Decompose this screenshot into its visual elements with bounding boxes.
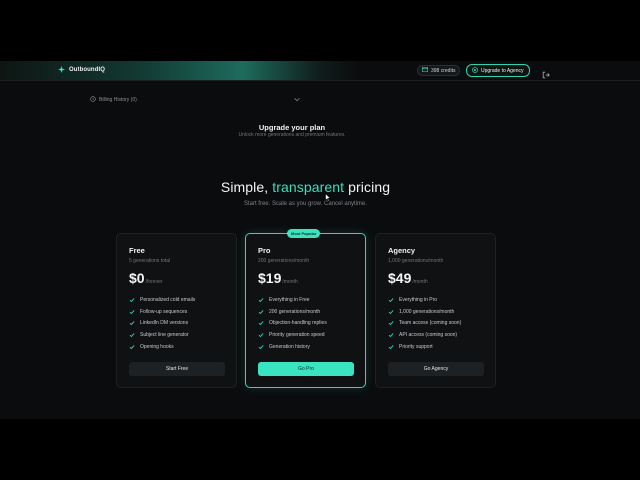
feature-list: Everything in Free 200 generations/month… xyxy=(258,294,327,353)
plan-price: $49 /month xyxy=(388,270,428,286)
feature-label: Objection-handling replies xyxy=(269,320,327,327)
mouse-cursor-icon xyxy=(325,189,332,202)
plan-period: /month xyxy=(412,279,428,285)
feature-label: Personalized cold emails xyxy=(140,296,196,303)
pricing-heading-accent: transparent xyxy=(272,179,345,195)
feature-item: API access (coming soon) xyxy=(388,329,461,341)
app-window: OutboundIQ 398 credits Upgrade to Agency… xyxy=(0,61,640,419)
check-icon xyxy=(388,332,394,338)
check-icon xyxy=(129,309,135,315)
upgrade-subtitle: Unlock more generations and premium feat… xyxy=(238,132,346,138)
feature-label: Opening hooks xyxy=(140,344,174,351)
feature-label: 1,000 generations/month xyxy=(399,308,455,315)
feature-label: Team access (coming soon) xyxy=(399,320,462,327)
feature-item: 1,000 generations/month xyxy=(388,306,461,318)
credits-label: 398 credits xyxy=(431,67,456,74)
pricing-subheading: Start free. Scale as you grow. Cancel an… xyxy=(243,201,368,207)
plan-price: $0 /forever xyxy=(129,270,163,286)
check-icon xyxy=(258,332,264,338)
app-name: OutboundIQ xyxy=(69,66,105,73)
plan-period: /month xyxy=(282,279,298,285)
check-icon xyxy=(388,297,394,303)
plan-description: 5 generations total xyxy=(129,258,171,264)
feature-item: Everything in Pro xyxy=(388,294,461,306)
plan-amount: $0 xyxy=(129,270,145,286)
feature-label: Follow-up sequences xyxy=(140,308,188,315)
plan-name: Pro xyxy=(258,246,271,255)
upgrade-label: Upgrade to Agency xyxy=(481,67,524,74)
logout-icon[interactable] xyxy=(542,66,550,79)
check-icon xyxy=(388,309,394,315)
go-agency-button[interactable]: Go Agency xyxy=(388,362,484,376)
check-icon xyxy=(258,320,264,326)
feature-item: Everything in Free xyxy=(258,294,327,306)
feature-item: Generation history xyxy=(258,341,327,353)
pricing-heading: Simple, transparent pricing xyxy=(0,179,611,195)
top-navigation-bar: OutboundIQ 398 credits Upgrade to Agency xyxy=(0,61,640,81)
pricing-heading-suffix: pricing xyxy=(344,179,391,195)
feature-label: Priority generation speed xyxy=(269,332,325,339)
feature-label: API access (coming soon) xyxy=(399,332,458,339)
sparkle-icon xyxy=(58,66,65,73)
start-free-button[interactable]: Start Free xyxy=(129,362,225,376)
plan-name: Free xyxy=(129,246,145,255)
history-icon xyxy=(90,96,96,104)
plan-card-free: Free 5 generations total $0 /forever Per… xyxy=(116,233,237,388)
feature-label: 200 generations/month xyxy=(269,308,321,315)
plan-description: 200 generations/month xyxy=(258,258,310,264)
check-icon xyxy=(258,309,264,315)
check-icon xyxy=(388,344,394,350)
check-icon xyxy=(258,344,264,350)
feature-label: Generation history xyxy=(269,344,310,351)
plan-price: $19 /month xyxy=(258,270,298,286)
check-icon xyxy=(258,297,264,303)
feature-item: Objection-handling replies xyxy=(258,318,327,330)
check-icon xyxy=(129,332,135,338)
feature-item: Opening hooks xyxy=(129,341,195,353)
check-icon xyxy=(129,344,135,350)
feature-item: Follow-up sequences xyxy=(129,306,195,318)
upgrade-title: Upgrade your plan xyxy=(258,123,326,132)
plan-description: 1,000 generations/month xyxy=(388,258,444,264)
feature-item: 200 generations/month xyxy=(258,306,327,318)
upgrade-to-agency-button[interactable]: Upgrade to Agency xyxy=(466,64,530,77)
chevron-down-icon xyxy=(294,97,300,104)
billing-history-toggle[interactable]: Billing History (0) xyxy=(90,94,302,106)
feature-item: Subject line generator xyxy=(129,329,195,341)
feature-list: Everything in Pro 1,000 generations/mont… xyxy=(388,294,461,353)
check-icon xyxy=(129,320,135,326)
plan-card-agency: Agency 1,000 generations/month $49 /mont… xyxy=(375,233,496,388)
crown-icon xyxy=(472,66,478,75)
feature-label: Subject line generator xyxy=(140,332,189,339)
go-pro-button[interactable]: Go Pro xyxy=(258,362,354,376)
plan-name: Agency xyxy=(388,246,416,255)
feature-item: Personalized cold emails xyxy=(129,294,195,306)
app-logo[interactable]: OutboundIQ xyxy=(58,66,105,73)
feature-list: Personalized cold emails Follow-up seque… xyxy=(129,294,195,353)
plan-amount: $49 xyxy=(388,270,412,286)
credits-badge[interactable]: 398 credits xyxy=(417,65,461,76)
plan-card-pro: Most Popular Pro 200 generations/month $… xyxy=(245,229,366,388)
most-popular-badge: Most Popular xyxy=(287,229,321,238)
feature-label: Priority support xyxy=(399,344,433,351)
feature-label: Everything in Pro xyxy=(399,296,438,303)
plan-amount: $19 xyxy=(258,270,282,286)
pricing-heading-prefix: Simple, xyxy=(220,179,273,195)
plan-period: /forever xyxy=(145,279,163,285)
billing-history-label: Billing History (0) xyxy=(99,97,137,103)
feature-item: Team access (coming soon) xyxy=(388,318,461,330)
check-icon xyxy=(388,320,394,326)
feature-label: LinkedIn DM versions xyxy=(140,320,189,327)
feature-item: Priority support xyxy=(388,341,461,353)
feature-item: LinkedIn DM versions xyxy=(129,318,195,330)
feature-item: Priority generation speed xyxy=(258,329,327,341)
card-icon xyxy=(421,66,429,74)
check-icon xyxy=(129,297,135,303)
feature-label: Everything in Free xyxy=(269,296,310,303)
